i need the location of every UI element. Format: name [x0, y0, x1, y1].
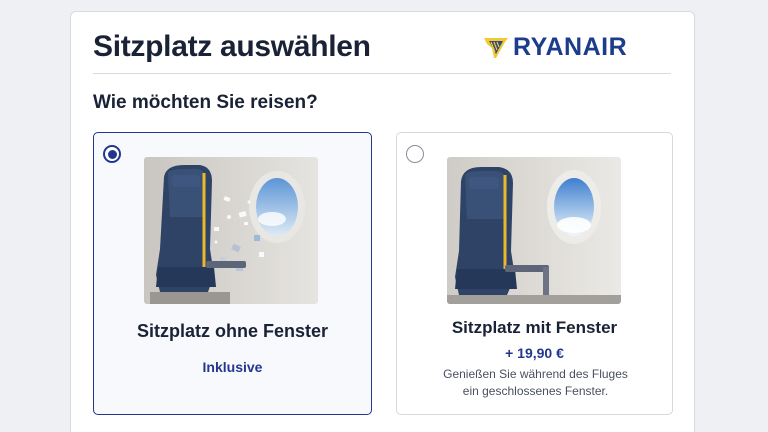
option-title: Sitzplatz mit Fenster	[451, 318, 618, 337]
travel-question: Wie möchten Sie reisen?	[93, 92, 318, 113]
description-line: ein geschlossenes Fenster.	[462, 384, 609, 398]
radio-selected[interactable]	[103, 145, 121, 163]
description-line: Genießen Sie während des Fluges	[443, 367, 628, 381]
option-description: Genießen Sie während des Fluges ein gesc…	[417, 366, 654, 400]
option-seat-without-window[interactable]: Sitzplatz ohne Fenster Inklusive	[93, 132, 372, 415]
harp-icon	[484, 38, 508, 58]
option-seat-with-window[interactable]: Sitzplatz mit Fenster + 19,90 € Genießen…	[396, 132, 673, 415]
header-divider	[93, 73, 671, 74]
seat-closed-window-image	[447, 157, 621, 304]
option-price: Inklusive	[202, 359, 263, 375]
page-title: Sitzplatz auswählen	[93, 30, 371, 63]
option-price: + 19,90 €	[505, 345, 564, 361]
logo-wordmark: RYANAIR	[513, 32, 628, 61]
radio-unselected[interactable]	[406, 145, 424, 163]
option-title: Sitzplatz ohne Fenster	[136, 321, 329, 341]
seat-selection-panel: Sitzplatz auswählen RYANAIR Wie möchten …	[70, 11, 695, 432]
ryanair-logo: RYANAIR	[483, 32, 627, 62]
seat-broken-window-image	[144, 157, 318, 304]
